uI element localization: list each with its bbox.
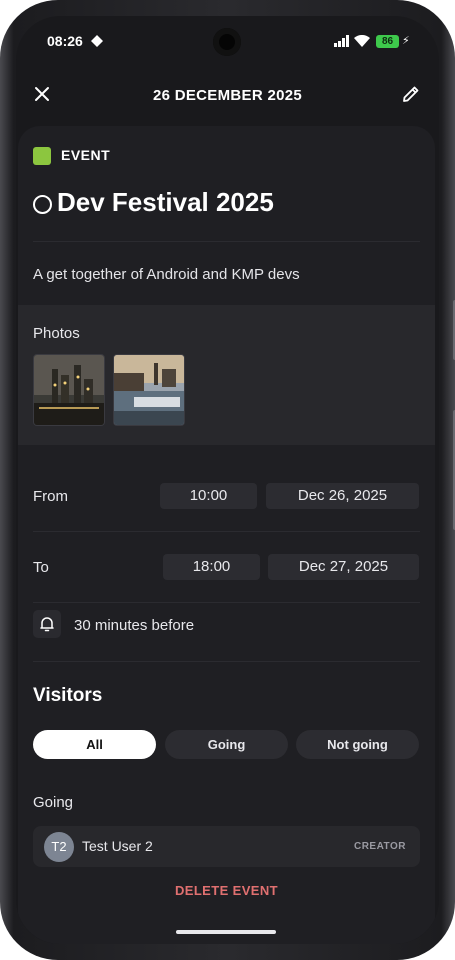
status-time: 08:26	[47, 33, 83, 49]
category-color-swatch	[33, 147, 51, 165]
to-label: To	[33, 559, 49, 576]
filter-all-tab[interactable]: All	[33, 730, 156, 759]
reminder-text: 30 minutes before	[74, 617, 195, 634]
camera-cutout	[213, 28, 241, 56]
from-time-field[interactable]: 10:00	[160, 483, 257, 509]
page-title: 26 DECEMBER 2025	[152, 87, 303, 104]
avatar: T2	[44, 832, 74, 862]
app-bar: 26 DECEMBER 2025	[16, 78, 439, 112]
divider	[33, 661, 420, 662]
screen: 08:26 86 ⚡ 26 DECEMBER 2025 EVENT Dev Fe…	[16, 16, 439, 944]
creator-badge: CREATOR	[353, 841, 406, 852]
wifi-icon	[354, 34, 370, 52]
app-notification-icon	[90, 34, 104, 53]
from-label: From	[33, 488, 68, 505]
visitor-list-item[interactable]: T2 Test User 2 CREATOR	[33, 826, 420, 867]
photos-label: Photos	[33, 325, 80, 342]
signal-icon	[334, 34, 350, 52]
divider	[33, 602, 420, 603]
charging-icon: ⚡	[402, 35, 410, 47]
to-date-field[interactable]: Dec 27, 2025	[268, 554, 419, 580]
filter-going-tab[interactable]: Going	[165, 730, 288, 759]
phone-frame: 08:26 86 ⚡ 26 DECEMBER 2025 EVENT Dev Fe…	[0, 0, 455, 960]
event-title: Dev Festival 2025	[57, 187, 274, 217]
visitor-name: Test User 2	[82, 838, 153, 854]
photo-thumbnail[interactable]	[113, 354, 185, 426]
event-description: A get together of Android and KMP devs	[33, 266, 300, 283]
event-details-sheet: EVENT Dev Festival 2025 A get together o…	[18, 126, 435, 944]
from-date-field[interactable]: Dec 26, 2025	[266, 483, 419, 509]
bell-icon	[38, 615, 56, 638]
visitors-heading: Visitors	[33, 685, 103, 706]
status-bar: 08:26 86 ⚡	[16, 16, 439, 68]
status-circle-icon[interactable]	[33, 195, 52, 214]
to-time-field[interactable]: 18:00	[163, 554, 260, 580]
home-indicator[interactable]	[176, 930, 276, 934]
filter-not-going-tab[interactable]: Not going	[296, 730, 419, 759]
edit-icon[interactable]	[399, 82, 423, 106]
photos-section: Photos	[18, 305, 435, 445]
battery-indicator: 86	[376, 35, 399, 48]
going-section-label: Going	[33, 794, 74, 811]
category-label: EVENT	[61, 147, 111, 163]
divider	[33, 531, 420, 532]
delete-event-button[interactable]: DELETE EVENT	[18, 883, 435, 898]
divider	[33, 241, 420, 242]
photo-thumbnail[interactable]	[33, 354, 105, 426]
reminder-button[interactable]	[33, 610, 61, 638]
